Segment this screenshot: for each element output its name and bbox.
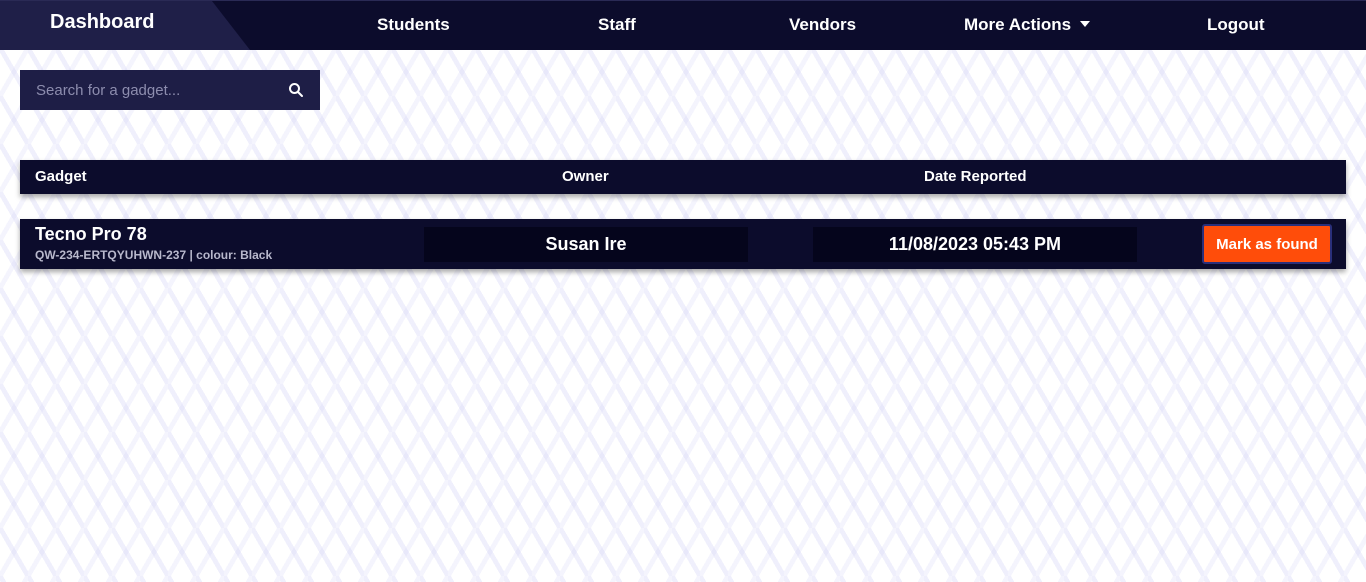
header-gadget: Gadget [35, 168, 87, 185]
header-owner: Owner [562, 168, 609, 185]
nav-item-staff[interactable]: Staff [598, 15, 636, 35]
nav-item-logout[interactable]: Logout [1207, 15, 1265, 35]
search-bar [20, 70, 320, 110]
more-actions-label: More Actions [964, 15, 1072, 34]
owner-cell: Susan Ire [424, 227, 748, 262]
search-input[interactable] [20, 70, 280, 110]
caret-down-icon [1080, 21, 1091, 27]
table-header: Gadget Owner Date Reported [20, 160, 1346, 194]
search-icon[interactable] [288, 82, 304, 98]
mark-as-found-button[interactable]: Mark as found [1202, 224, 1332, 264]
nav-item-more-actions[interactable]: More Actions [964, 15, 1091, 35]
top-navbar: Dashboard Students Staff Vendors More Ac… [0, 0, 1366, 50]
table-row: Tecno Pro 78 QW-234-ERTQYUHWN-237 | colo… [20, 219, 1346, 269]
nav-item-students[interactable]: Students [377, 15, 450, 35]
gadget-name: Tecno Pro 78 [35, 224, 147, 244]
gadget-meta: QW-234-ERTQYUHWN-237 | colour: Black [35, 248, 273, 262]
header-date-reported: Date Reported [924, 168, 1027, 185]
nav-item-vendors[interactable]: Vendors [789, 15, 856, 35]
date-reported-cell: 11/08/2023 05:43 PM [813, 227, 1137, 262]
brand-dashboard-link[interactable]: Dashboard [50, 11, 154, 34]
